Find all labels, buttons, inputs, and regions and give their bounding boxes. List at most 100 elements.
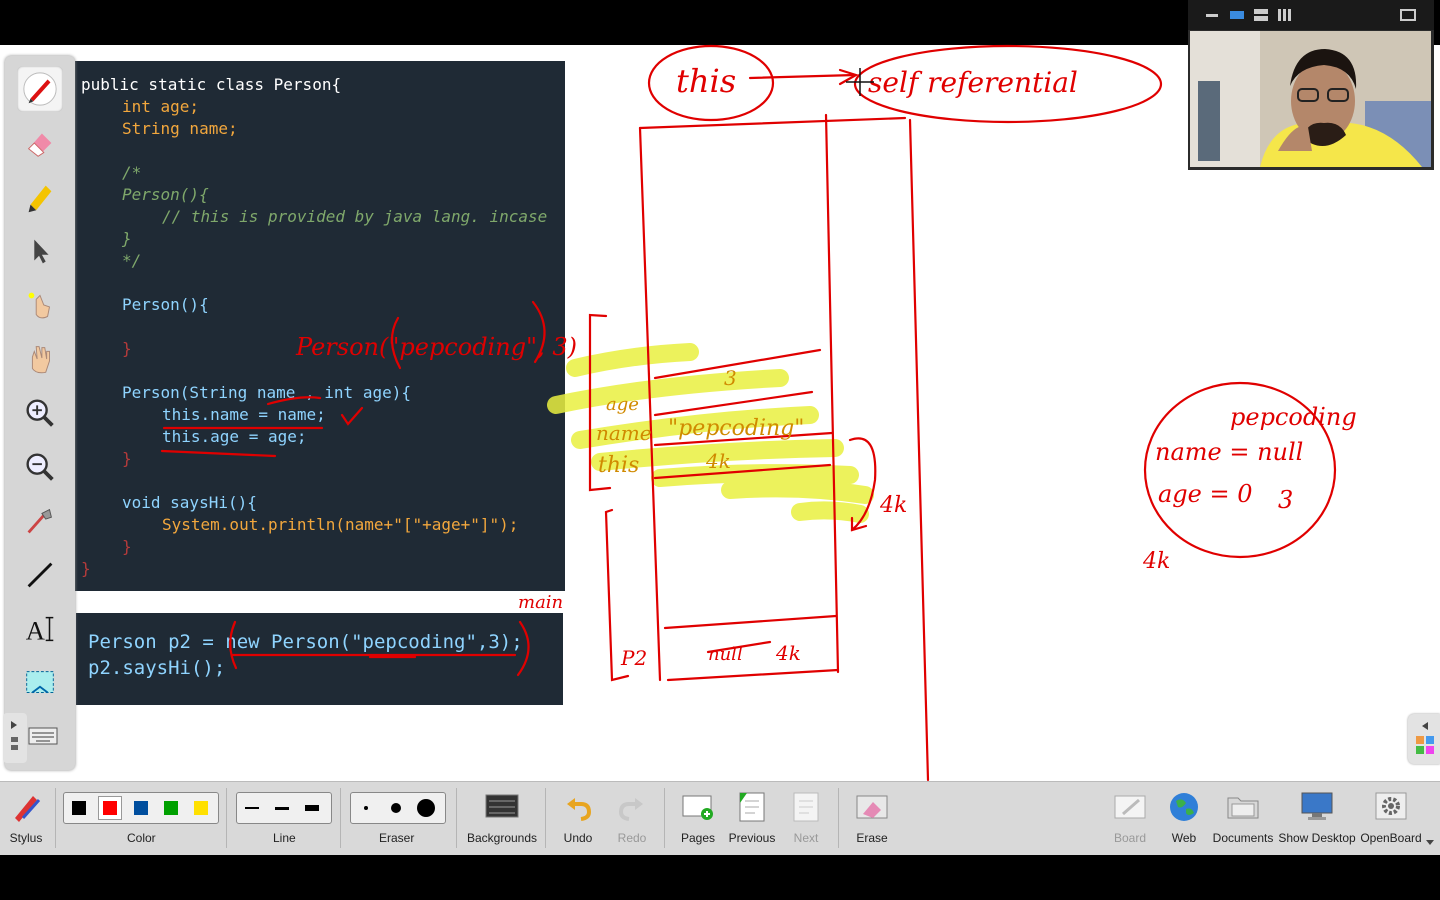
webcam-window[interactable] — [1188, 0, 1434, 170]
backgrounds-button[interactable]: Backgrounds — [466, 782, 538, 855]
undo-button[interactable]: Undo — [560, 782, 596, 855]
pointer-icon[interactable] — [17, 228, 63, 274]
line-icon[interactable] — [17, 552, 63, 598]
erase-button[interactable]: Erase — [852, 782, 892, 855]
code-call-line-1: Person p2 = new Person("pepcoding",3); — [88, 631, 523, 653]
webcam-title-bar[interactable] — [1188, 0, 1434, 30]
stylus-label: Stylus — [9, 831, 43, 845]
color-label: Color — [127, 831, 156, 845]
line-width-picker — [236, 792, 332, 824]
code-line-9: Person(){ — [122, 295, 209, 314]
board-icon — [1112, 790, 1148, 824]
redo-icon — [614, 790, 650, 824]
library-toggle[interactable] — [1408, 714, 1440, 764]
redo-label: Redo — [617, 831, 647, 845]
code-line-18: } — [81, 559, 91, 578]
pages-label: Pages — [680, 831, 716, 845]
eraser-icon[interactable] — [17, 120, 63, 166]
next-label: Next — [793, 831, 819, 845]
erase-icon — [854, 790, 890, 824]
folder-icon — [1225, 790, 1261, 824]
code-call-line-2: p2.saysHi(); — [88, 657, 226, 679]
exit-fullscreen-icon[interactable] — [1400, 9, 1416, 21]
laser-icon[interactable] — [17, 282, 63, 328]
undo-label: Undo — [563, 831, 593, 845]
previous-button[interactable]: Previous — [728, 782, 776, 855]
redo-button[interactable]: Redo — [614, 782, 650, 855]
next-icon — [788, 790, 824, 824]
color-black[interactable] — [68, 797, 90, 819]
code-line-14: } — [122, 449, 132, 468]
stylus-button[interactable]: Stylus — [4, 782, 48, 855]
gallery-view-icon[interactable] — [1254, 9, 1268, 21]
color-red[interactable] — [98, 796, 122, 820]
gear-icon — [1373, 790, 1409, 824]
openboard-button[interactable]: OpenBoard — [1360, 782, 1422, 855]
code-line-2: int age; — [122, 97, 200, 116]
documents-button[interactable]: Documents — [1213, 782, 1273, 855]
pen-icon[interactable] — [17, 66, 63, 112]
bottom-toolbar: Stylus Color Line Eraser Backgrounds Und… — [0, 781, 1440, 855]
openboard-label: OpenBoard — [1360, 831, 1422, 845]
highlighter-icon[interactable] — [17, 174, 63, 220]
web-label: Web — [1171, 831, 1197, 845]
line-thin[interactable] — [237, 795, 267, 821]
palette-collapse-toggle[interactable] — [3, 713, 27, 763]
tool-palette: A — [5, 56, 75, 770]
chevron-down-icon[interactable] — [1426, 840, 1434, 845]
text-icon[interactable]: A — [17, 606, 63, 652]
capture-icon[interactable] — [17, 498, 63, 544]
documents-label: Documents — [1212, 831, 1274, 845]
web-button[interactable]: Web — [1166, 782, 1202, 855]
code-line-6: // this is provided by java lang. incase — [162, 207, 548, 226]
eraser-size-picker — [350, 792, 446, 824]
backgrounds-label: Backgrounds — [466, 831, 538, 845]
zoom-out-icon[interactable] — [17, 444, 63, 490]
selection-icon[interactable] — [17, 660, 63, 706]
board-label: Board — [1113, 831, 1147, 845]
code-line-8: */ — [122, 251, 142, 270]
eraser-medium[interactable] — [381, 795, 411, 821]
color-blue[interactable] — [130, 797, 152, 819]
code-line-13: this.age = age; — [162, 427, 307, 446]
code-line-10: } — [122, 339, 132, 358]
eraser-label: Eraser — [379, 831, 415, 845]
code-line-12: this.name = name; — [162, 405, 326, 424]
color-yellow[interactable] — [190, 797, 212, 819]
show-desktop-button[interactable]: Show Desktop — [1278, 782, 1356, 855]
speaker-view-icon[interactable] — [1230, 11, 1244, 19]
monitor-icon — [1299, 790, 1335, 824]
line-medium[interactable] — [267, 795, 297, 821]
eraser-small[interactable] — [351, 795, 381, 821]
pages-button[interactable]: Pages — [678, 782, 718, 855]
code-line-16: System.out.println(name+"["+age+"]"); — [162, 515, 519, 534]
stylus-icon — [8, 790, 44, 824]
svg-text:A: A — [26, 615, 46, 645]
hand-icon[interactable] — [17, 336, 63, 382]
code-panel-main-call: Person p2 = new Person("pepcoding",3); p… — [76, 613, 563, 705]
code-line-3: String name; — [122, 119, 238, 138]
previous-label: Previous — [728, 831, 776, 845]
code-line-4: /* — [122, 163, 142, 182]
pages-icon — [680, 790, 716, 824]
next-button[interactable]: Next — [788, 782, 824, 855]
line-label: Line — [273, 831, 296, 845]
keyboard-icon[interactable] — [28, 726, 58, 746]
color-picker — [63, 792, 219, 824]
zoom-in-icon[interactable] — [17, 390, 63, 436]
webcam-video — [1190, 31, 1431, 167]
globe-icon — [1166, 790, 1202, 824]
code-line-1: public static class Person{ — [81, 75, 342, 94]
board-button[interactable]: Board — [1112, 782, 1148, 855]
code-line-17: } — [122, 537, 132, 556]
undo-icon — [560, 790, 596, 824]
color-green[interactable] — [160, 797, 182, 819]
minimize-icon[interactable] — [1206, 14, 1218, 17]
grid-view-icon[interactable] — [1278, 9, 1292, 21]
line-thick[interactable] — [297, 795, 327, 821]
code-line-15: void saysHi(){ — [122, 493, 257, 512]
eraser-large[interactable] — [411, 795, 441, 821]
code-panel-main: public static class Person{ int age; Str… — [75, 61, 565, 591]
backgrounds-icon — [484, 790, 520, 824]
previous-icon — [734, 790, 770, 824]
